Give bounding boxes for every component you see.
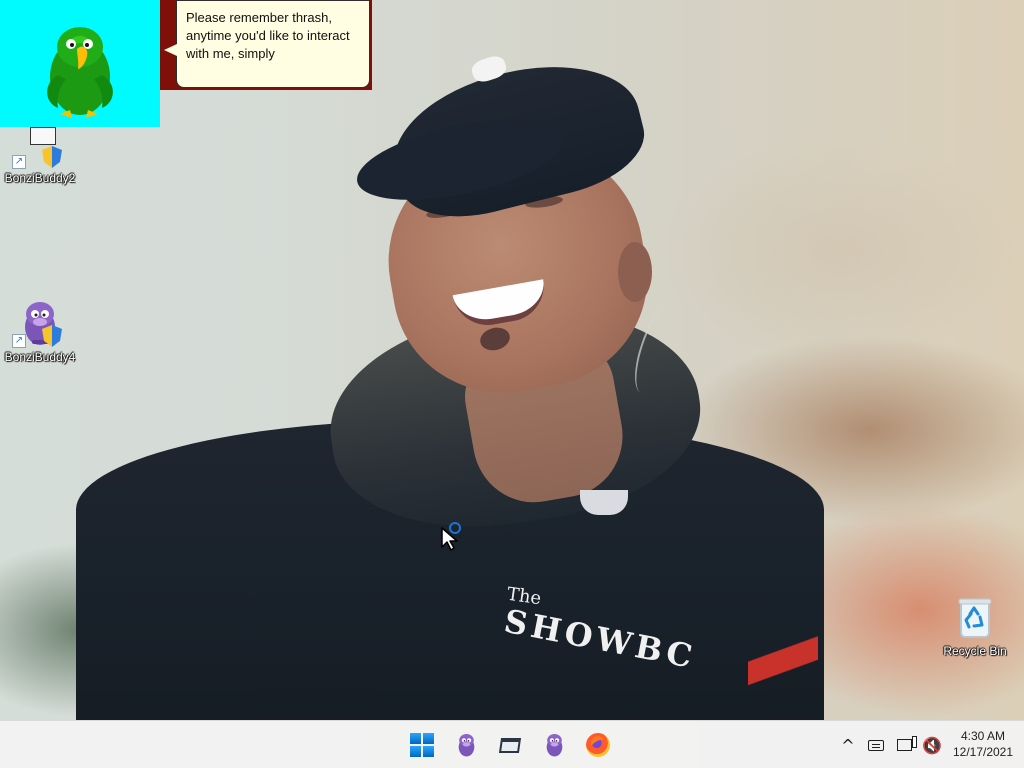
wallpaper-red-logo xyxy=(748,620,818,712)
windows-taskbar: ^ 🔇 4:30 AM 12/17/2021 xyxy=(0,720,1024,768)
desktop-icon-label: BonziBuddy4 xyxy=(4,350,76,364)
chevron-up-icon: ^ xyxy=(841,735,855,755)
desktop-icon-bonzibuddy2[interactable]: ↗ BonziBuddy2 xyxy=(0,121,80,185)
desktop: The SHOWBC Please remember thrash, anyti… xyxy=(0,0,1024,768)
folder-icon xyxy=(498,737,522,753)
security-shield-icon xyxy=(42,146,62,168)
bonzi-purple-icon xyxy=(458,733,474,756)
touch-keyboard-button[interactable] xyxy=(862,725,890,765)
shortcut-arrow-icon: ↗ xyxy=(12,155,26,169)
keyboard-icon xyxy=(868,739,884,751)
speaker-muted-icon: 🔇 xyxy=(922,735,942,755)
taskbar-app-list xyxy=(404,726,616,764)
volume-button[interactable]: 🔇 xyxy=(918,725,946,765)
green-parrot-icon[interactable] xyxy=(38,22,120,124)
desktop-icon-label: BonziBuddy2 xyxy=(4,171,76,185)
taskbar-date: 12/17/2021 xyxy=(952,745,1014,759)
bonzi-parrot-shortcut-icon: ↗ xyxy=(12,121,64,169)
desktop-icon-label: Recycle Bin xyxy=(943,644,1007,658)
wallpaper-shirt-collar xyxy=(580,490,628,515)
start-button[interactable] xyxy=(404,727,440,763)
taskbar-bonzibuddy-button[interactable] xyxy=(536,727,572,763)
bonzi-agent-window[interactable] xyxy=(0,0,160,127)
system-tray: ^ 🔇 xyxy=(834,721,946,768)
agent-speech-bubble: Please remember thrash, anytime you'd li… xyxy=(176,0,370,88)
taskbar-bonzibuddy-button[interactable] xyxy=(448,727,484,763)
taskbar-clock[interactable]: 4:30 AM 12/17/2021 xyxy=(944,728,1022,760)
desktop-icon-bonzibuddy4[interactable]: ↗ BonziBuddy4 xyxy=(0,300,80,364)
firefox-icon xyxy=(586,733,610,757)
shortcut-arrow-icon: ↗ xyxy=(12,334,26,348)
show-hidden-icons-button[interactable]: ^ xyxy=(834,725,862,765)
bonzi-purple-icon xyxy=(546,733,562,756)
desktop-icon-recycle-bin[interactable]: Recycle Bin xyxy=(935,596,1015,658)
windows-start-icon xyxy=(410,733,434,757)
busy-spinner-icon xyxy=(449,522,461,534)
taskbar-firefox-button[interactable] xyxy=(580,727,616,763)
computer-icon xyxy=(30,127,56,145)
taskbar-time: 4:30 AM xyxy=(960,729,1006,743)
network-icon xyxy=(896,736,917,751)
recycle-bin-icon-graphic xyxy=(958,598,992,638)
recycle-bin-icon xyxy=(954,596,996,642)
taskbar-file-explorer-button[interactable] xyxy=(492,727,528,763)
network-button[interactable] xyxy=(890,725,918,765)
speech-bubble-pointer xyxy=(164,44,177,56)
bonzi-purple-shortcut-icon: ↗ xyxy=(12,300,64,348)
wallpaper-ear xyxy=(618,242,652,302)
